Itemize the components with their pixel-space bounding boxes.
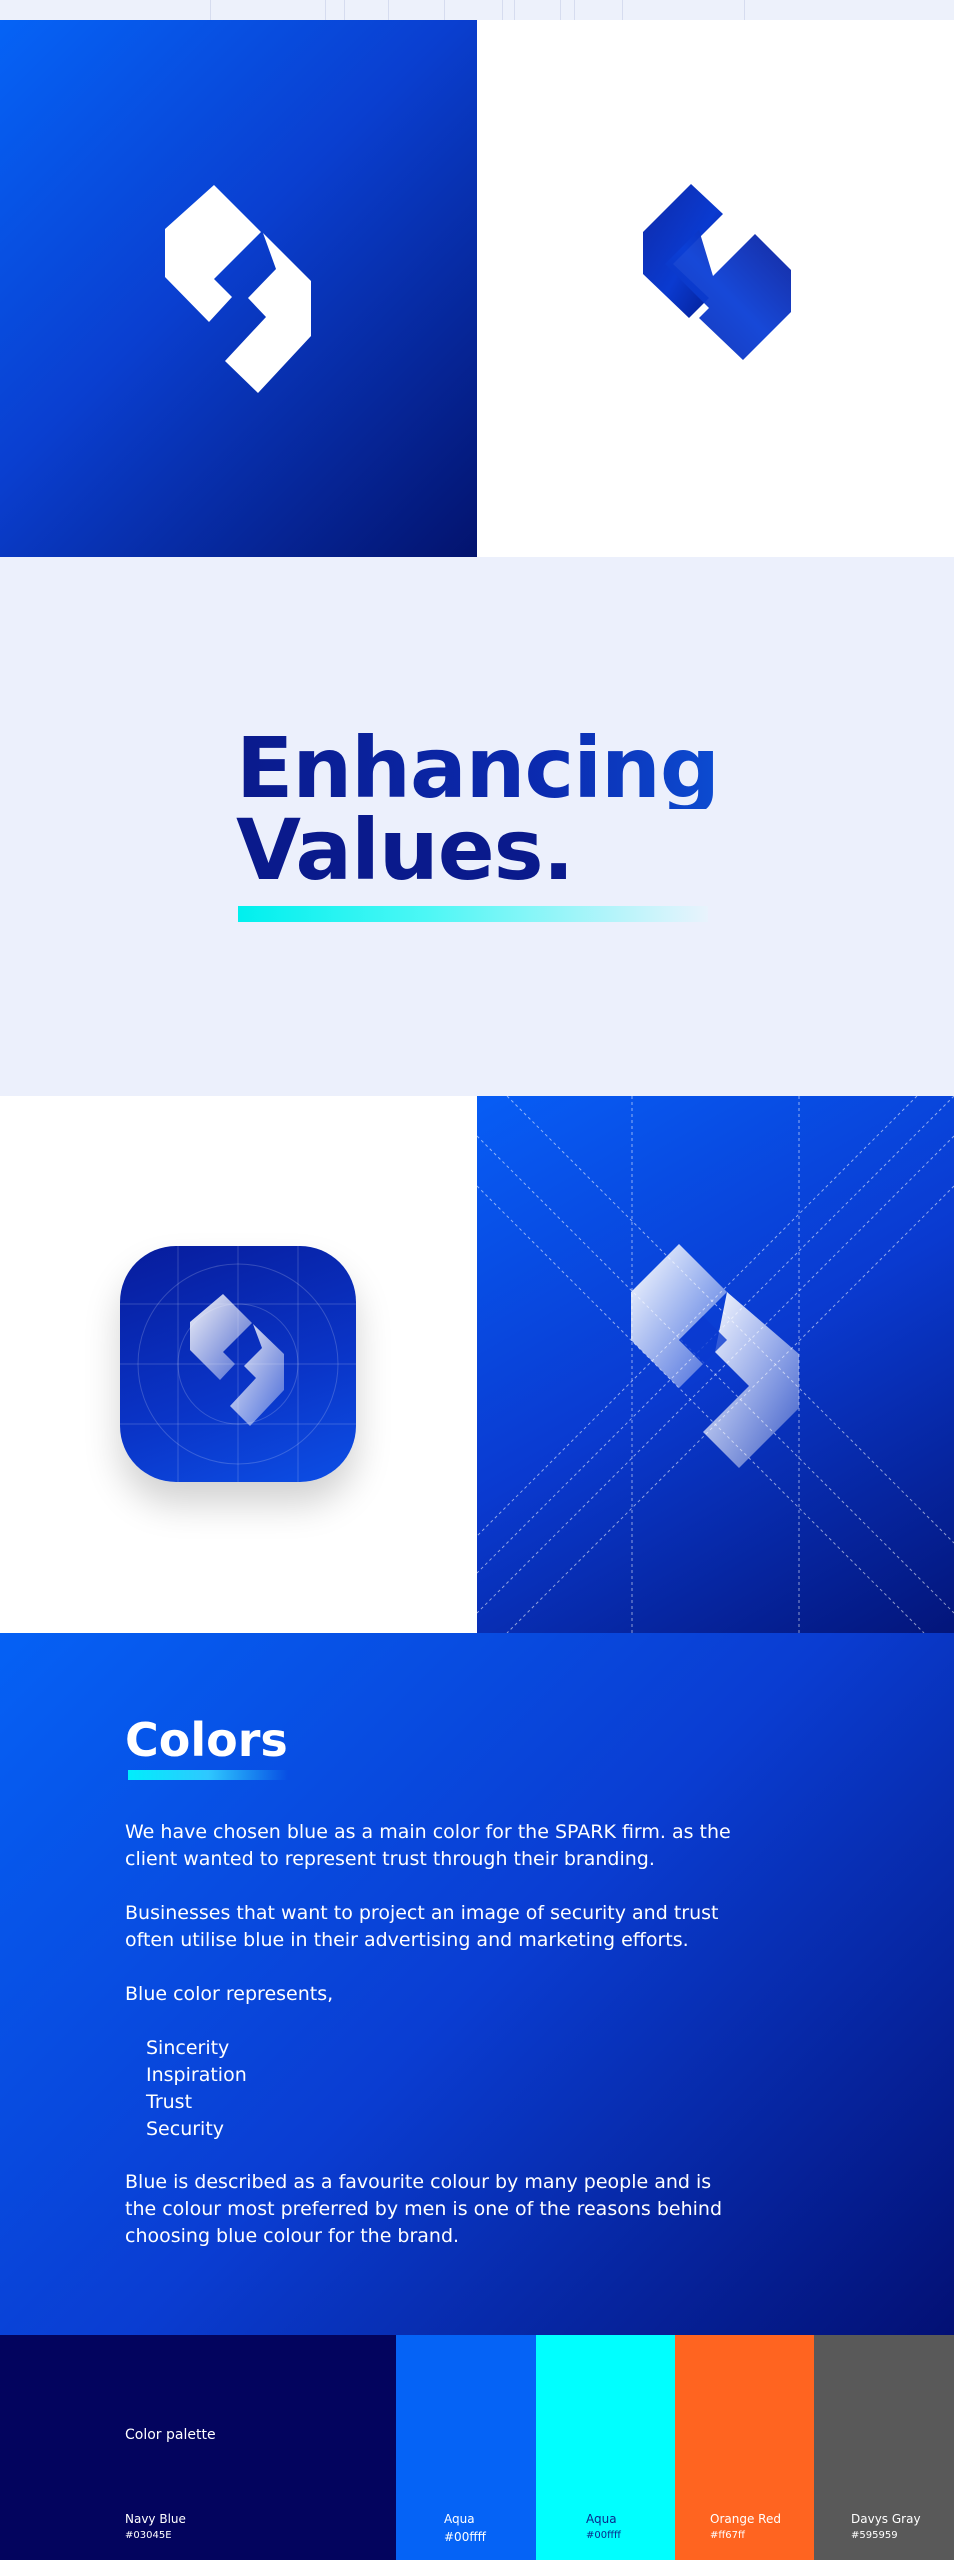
swatch-name: Orange Red xyxy=(710,2512,781,2526)
swatch-hex: #00ffff xyxy=(444,2530,486,2544)
logo-on-blue-panel xyxy=(0,20,477,557)
top-strip xyxy=(0,0,954,20)
spark-s-logo-icon xyxy=(643,184,791,360)
list-item: Inspiration xyxy=(146,2064,247,2086)
logo-on-white-panel xyxy=(477,20,954,557)
swatch-davys-gray: Davys Gray #595959 xyxy=(814,2335,954,2560)
represents-list: Sincerity Inspiration Trust Security xyxy=(146,2035,247,2143)
tagline-line-2: Values. xyxy=(236,801,575,899)
swatch-name: Aqua xyxy=(444,2512,475,2526)
tagline-section: Enhancing Values. xyxy=(0,557,954,1096)
colors-paragraph-4: Blue is described as a favourite colour … xyxy=(125,2171,723,2247)
app-icon xyxy=(120,1246,356,1482)
swatch-aqua: Aqua #00ffff xyxy=(536,2335,675,2560)
color-palette: Color palette Navy Blue #03045E Aqua #00… xyxy=(0,2335,954,2560)
swatch-hex: #595959 xyxy=(851,2530,898,2541)
swatch-name: Davys Gray xyxy=(851,2512,921,2526)
swatch-hex: #03045E xyxy=(125,2530,172,2541)
tagline-line-1: Enhancing xyxy=(236,726,796,810)
logo-construction-panel xyxy=(477,1096,954,1633)
tagline-underline xyxy=(238,906,708,922)
colors-paragraph-3: Blue color represents, xyxy=(125,1983,334,2005)
swatch-hex: #ff67ff xyxy=(710,2530,745,2541)
swatch-orange-red: Orange Red #ff67ff xyxy=(675,2335,814,2560)
colors-title: Colors xyxy=(125,1713,288,1767)
colors-title-underline xyxy=(128,1770,288,1780)
list-item: Security xyxy=(146,2118,225,2140)
swatch-hex: #00ffff xyxy=(586,2530,621,2541)
palette-label: Color palette xyxy=(125,2427,216,2443)
list-item: Sincerity xyxy=(146,2037,230,2059)
tagline-heading: Enhancing Values. xyxy=(236,726,796,899)
swatch-navy-blue: Color palette Navy Blue #03045E xyxy=(0,2335,396,2560)
swatch-name: Aqua xyxy=(586,2512,617,2526)
app-icon-panel xyxy=(0,1096,477,1633)
list-item: Trust xyxy=(146,2091,193,2113)
construction-grid xyxy=(477,1096,954,1633)
spark-s-logo-icon xyxy=(190,1294,284,1426)
colors-paragraph-1: We have chosen blue as a main color for … xyxy=(125,1821,731,1870)
app-icon-grid xyxy=(120,1246,356,1482)
swatch-name: Navy Blue xyxy=(125,2512,186,2526)
spark-s-logo-icon xyxy=(165,185,311,393)
colors-paragraph-2: Businesses that want to project an image… xyxy=(125,1902,719,1951)
colors-section: Colors We have chosen blue as a main col… xyxy=(0,1633,954,2335)
swatch-aqua-blue: Aqua #00ffff xyxy=(396,2335,536,2560)
